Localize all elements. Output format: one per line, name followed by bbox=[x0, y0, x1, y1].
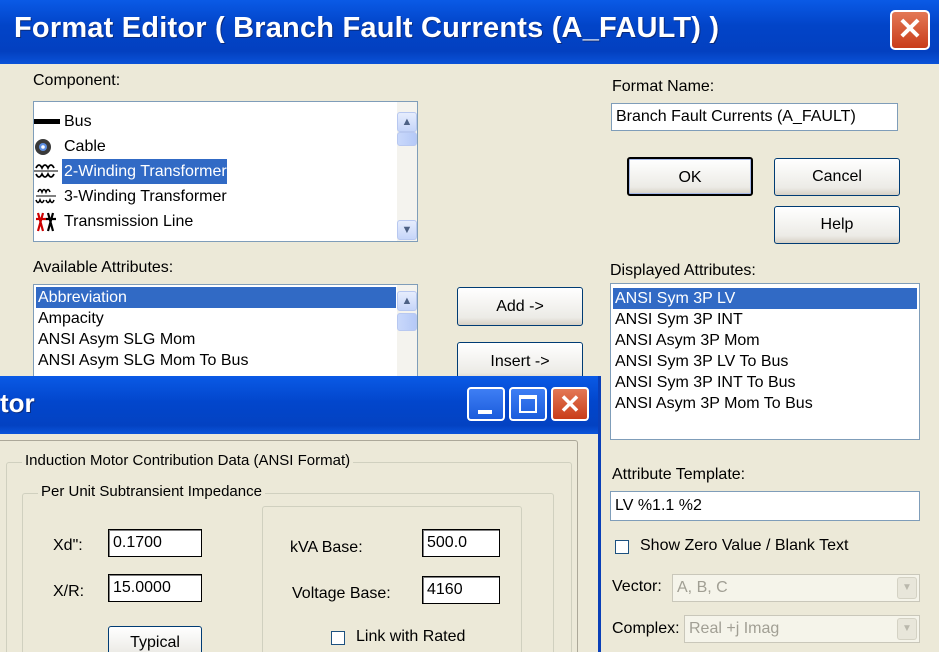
chevron-down-icon: ▼ bbox=[401, 224, 413, 236]
available-attribute-item[interactable]: Ampacity bbox=[36, 308, 104, 329]
component-scrollbar[interactable]: ▲ ▼ bbox=[397, 102, 417, 241]
help-button[interactable]: Help bbox=[774, 206, 900, 244]
attribute-template-label: Attribute Template: bbox=[612, 466, 746, 483]
link-with-rated-checkbox[interactable] bbox=[331, 631, 345, 645]
voltage-base-input[interactable]: 4160 bbox=[422, 576, 500, 604]
list-item-bus[interactable]: Bus bbox=[34, 109, 92, 134]
scroll-thumb[interactable] bbox=[397, 132, 417, 146]
ok-button[interactable]: OK bbox=[627, 157, 753, 196]
chevron-up-icon: ▲ bbox=[401, 295, 413, 307]
component-label: Component: bbox=[33, 72, 121, 89]
complex-label: Complex: bbox=[612, 620, 680, 637]
kva-base-label: kVA Base: bbox=[290, 539, 363, 556]
available-attribute-item[interactable]: Abbreviation bbox=[36, 287, 396, 308]
subtransient-impedance-group-title: Per Unit Subtransient Impedance bbox=[38, 483, 265, 500]
list-item-2-winding-transformer[interactable]: 2-Winding Transformer bbox=[34, 159, 227, 184]
chevron-down-icon[interactable]: ▼ bbox=[897, 618, 917, 640]
available-attribute-item[interactable]: ANSI Asym SLG Mom To Bus bbox=[36, 350, 248, 371]
close-icon: ✕ bbox=[897, 13, 923, 46]
component-listbox[interactable]: Bus Cable 2-Winding Transformer 3-Windin… bbox=[33, 101, 418, 242]
available-attribute-item[interactable]: ANSI Asym SLG Mom bbox=[36, 329, 195, 350]
transmission-line-icon bbox=[36, 212, 56, 232]
editor-title: tor bbox=[0, 388, 35, 418]
format-name-input[interactable]: Branch Fault Currents (A_FAULT) bbox=[611, 103, 898, 131]
scroll-up-button[interactable]: ▲ bbox=[397, 112, 417, 132]
main-title-bar[interactable]: Format Editor ( Branch Fault Currents (A… bbox=[0, 0, 939, 64]
minimize-button[interactable] bbox=[467, 387, 505, 421]
scroll-down-button[interactable]: ▼ bbox=[397, 220, 417, 240]
editor-title-bar[interactable]: tor ✕ bbox=[0, 376, 598, 434]
close-icon: ✕ bbox=[559, 389, 581, 419]
displayed-attribute-item[interactable]: ANSI Sym 3P LV bbox=[613, 288, 917, 309]
vector-label: Vector: bbox=[612, 578, 662, 595]
maximize-button[interactable] bbox=[509, 387, 547, 421]
3-winding-transformer-icon bbox=[35, 188, 56, 204]
kva-base-input[interactable]: 500.0 bbox=[422, 529, 500, 557]
add-button[interactable]: Add -> bbox=[457, 287, 583, 326]
bus-icon bbox=[34, 119, 60, 124]
list-item-3-winding-transformer[interactable]: 3-Winding Transformer bbox=[35, 184, 227, 209]
xr-input[interactable]: 15.0000 bbox=[108, 574, 202, 602]
editor-window: tor ✕ Induction Motor Contribution Data … bbox=[0, 376, 601, 652]
displayed-attribute-item[interactable]: ANSI Asym 3P Mom To Bus bbox=[613, 393, 813, 414]
chevron-up-icon: ▲ bbox=[401, 116, 413, 128]
main-dialog-title: Format Editor ( Branch Fault Currents (A… bbox=[14, 12, 720, 44]
scroll-up-button[interactable]: ▲ bbox=[397, 291, 417, 311]
close-button[interactable]: ✕ bbox=[890, 10, 930, 50]
cable-icon bbox=[35, 139, 51, 155]
induction-motor-group-title: Induction Motor Contribution Data (ANSI … bbox=[22, 452, 354, 469]
displayed-attributes-listbox[interactable]: ANSI Sym 3P LV ANSI Sym 3P INT ANSI Asym… bbox=[610, 283, 920, 440]
available-attributes-label: Available Attributes: bbox=[33, 259, 174, 276]
complex-select[interactable]: Real +j Imag ▼ bbox=[684, 615, 920, 643]
chevron-down-icon[interactable]: ▼ bbox=[897, 577, 917, 599]
editor-close-button[interactable]: ✕ bbox=[551, 387, 589, 421]
available-attributes-listbox[interactable]: Abbreviation Ampacity ANSI Asym SLG Mom … bbox=[33, 284, 418, 384]
minimize-icon bbox=[478, 410, 492, 414]
show-zero-checkbox[interactable] bbox=[615, 540, 629, 554]
2-winding-transformer-icon bbox=[34, 164, 58, 178]
maximize-icon bbox=[519, 395, 537, 413]
displayed-attribute-item[interactable]: ANSI Sym 3P INT To Bus bbox=[613, 372, 796, 393]
list-item-cable[interactable]: Cable bbox=[35, 134, 106, 159]
list-item-transmission-line[interactable]: Transmission Line bbox=[36, 209, 193, 234]
displayed-attribute-item[interactable]: ANSI Asym 3P Mom bbox=[613, 330, 760, 351]
show-zero-label: Show Zero Value / Blank Text bbox=[640, 537, 849, 554]
attribute-template-input[interactable]: LV %1.1 %2 bbox=[610, 491, 920, 521]
typical-button[interactable]: Typical bbox=[108, 626, 202, 652]
displayed-attribute-item[interactable]: ANSI Sym 3P LV To Bus bbox=[613, 351, 788, 372]
xd-input[interactable]: 0.1700 bbox=[108, 529, 202, 557]
vector-select[interactable]: A, B, C ▼ bbox=[672, 574, 920, 602]
displayed-attributes-label: Displayed Attributes: bbox=[610, 262, 756, 279]
cancel-button[interactable]: Cancel bbox=[774, 158, 900, 196]
available-attributes-scrollbar[interactable]: ▲ bbox=[397, 285, 417, 383]
displayed-attribute-item[interactable]: ANSI Sym 3P INT bbox=[613, 309, 743, 330]
xr-label: X/R: bbox=[53, 583, 85, 600]
link-with-rated-label: Link with Rated bbox=[356, 628, 466, 645]
scroll-thumb[interactable] bbox=[397, 313, 417, 331]
xd-label: Xd": bbox=[53, 537, 83, 554]
format-name-label: Format Name: bbox=[612, 78, 715, 95]
voltage-base-label: Voltage Base: bbox=[292, 585, 391, 602]
